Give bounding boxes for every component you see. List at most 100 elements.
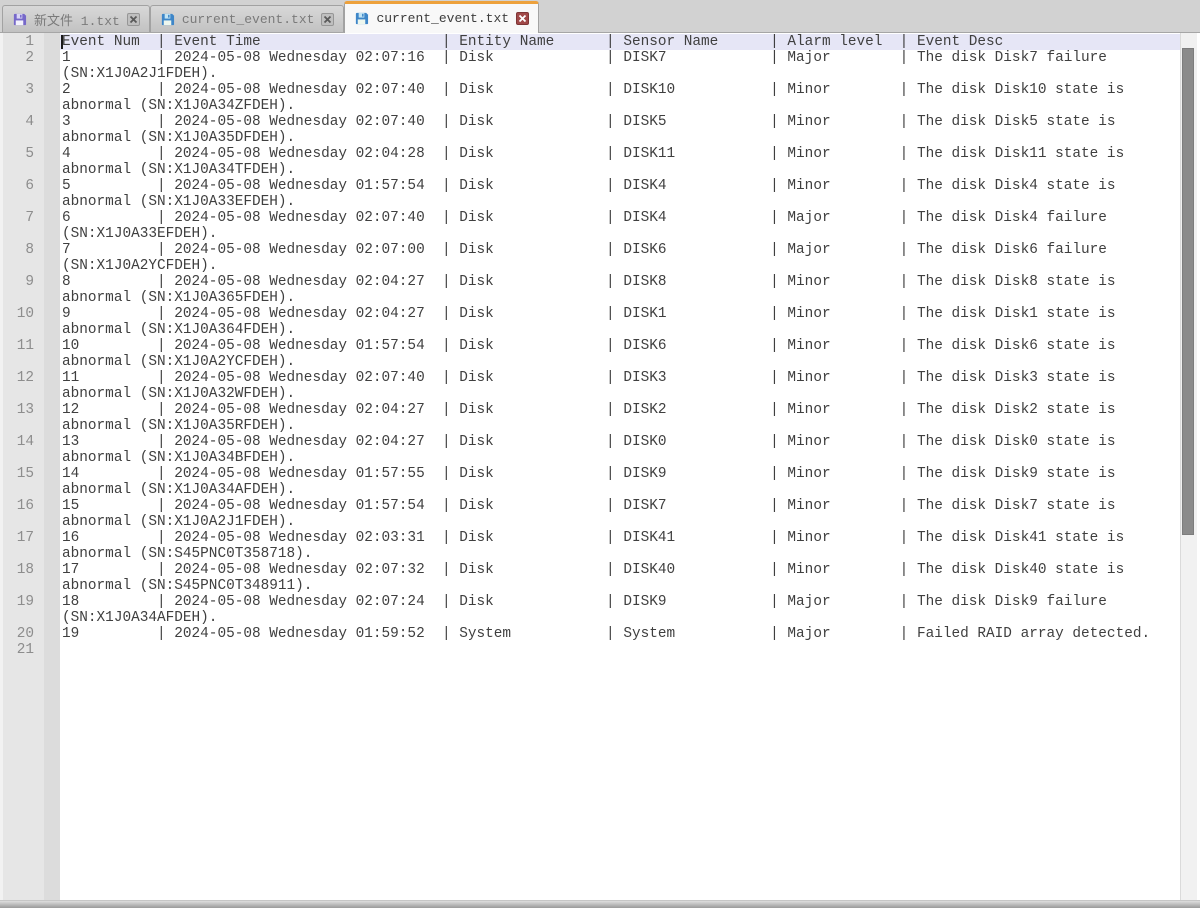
- line-number[interactable]: [3, 162, 34, 178]
- code-line[interactable]: 9 | 2024-05-08 Wednesday 02:04:27 | Disk…: [62, 306, 1180, 322]
- window-bottom-edge: [0, 900, 1200, 908]
- code-line[interactable]: abnormal (SN:S45PNC0T358718).: [62, 546, 1180, 562]
- close-icon: [323, 15, 332, 24]
- tab-new-file-1[interactable]: 新文件 1.txt: [2, 5, 150, 32]
- line-number[interactable]: 13: [3, 402, 34, 418]
- code-line[interactable]: abnormal (SN:X1J0A34TFDEH).: [62, 162, 1180, 178]
- line-number[interactable]: [3, 482, 34, 498]
- line-number[interactable]: [3, 322, 34, 338]
- code-line[interactable]: abnormal (SN:X1J0A35RFDEH).: [62, 418, 1180, 434]
- code-line[interactable]: abnormal (SN:X1J0A32WFDEH).: [62, 386, 1180, 402]
- code-line[interactable]: 16 | 2024-05-08 Wednesday 02:03:31 | Dis…: [62, 530, 1180, 546]
- code-line[interactable]: 2 | 2024-05-08 Wednesday 02:07:40 | Disk…: [62, 82, 1180, 98]
- line-number[interactable]: [3, 354, 34, 370]
- line-number[interactable]: [3, 98, 34, 114]
- line-number[interactable]: [3, 418, 34, 434]
- line-number[interactable]: 11: [3, 338, 34, 354]
- line-number[interactable]: [3, 130, 34, 146]
- code-line[interactable]: abnormal (SN:X1J0A33EFDEH).: [62, 194, 1180, 210]
- line-number[interactable]: [3, 546, 34, 562]
- line-number[interactable]: [3, 290, 34, 306]
- tab-current-event-2-active[interactable]: current_event.txt: [344, 1, 539, 33]
- code-line[interactable]: abnormal (SN:X1J0A365FDEH).: [62, 290, 1180, 306]
- saved-file-floppy-icon: [160, 12, 175, 27]
- code-line[interactable]: abnormal (SN:X1J0A364FDEH).: [62, 322, 1180, 338]
- line-number[interactable]: [3, 514, 34, 530]
- code-line[interactable]: abnormal (SN:X1J0A35DFDEH).: [62, 130, 1180, 146]
- line-number[interactable]: 21: [3, 642, 34, 658]
- tab-current-event-1[interactable]: current_event.txt: [150, 5, 345, 32]
- code-line[interactable]: 14 | 2024-05-08 Wednesday 01:57:55 | Dis…: [62, 466, 1180, 482]
- code-line[interactable]: abnormal (SN:X1J0A2J1FDEH).: [62, 514, 1180, 530]
- code-line[interactable]: 3 | 2024-05-08 Wednesday 02:07:40 | Disk…: [62, 114, 1180, 130]
- code-line[interactable]: 5 | 2024-05-08 Wednesday 01:57:54 | Disk…: [62, 178, 1180, 194]
- line-number[interactable]: 4: [3, 114, 34, 130]
- close-icon: [518, 14, 527, 23]
- line-number[interactable]: [3, 258, 34, 274]
- line-number[interactable]: [3, 66, 34, 82]
- line-number[interactable]: [3, 450, 34, 466]
- line-number[interactable]: 18: [3, 562, 34, 578]
- tab-close-button[interactable]: [127, 13, 140, 26]
- code-line[interactable]: 8 | 2024-05-08 Wednesday 02:04:27 | Disk…: [62, 274, 1180, 290]
- code-line[interactable]: abnormal (SN:S45PNC0T348911).: [62, 578, 1180, 594]
- code-line[interactable]: abnormal (SN:X1J0A34AFDEH).: [62, 482, 1180, 498]
- line-number[interactable]: 6: [3, 178, 34, 194]
- tab-close-button[interactable]: [321, 13, 334, 26]
- line-number-gutter: 123456789101112131415161718192021: [0, 33, 44, 900]
- code-line[interactable]: 11 | 2024-05-08 Wednesday 02:07:40 | Dis…: [62, 370, 1180, 386]
- fold-margin: [44, 33, 60, 900]
- line-number[interactable]: [3, 386, 34, 402]
- code-line[interactable]: abnormal (SN:X1J0A34BFDEH).: [62, 450, 1180, 466]
- tab-label: current_event.txt: [182, 12, 315, 27]
- code-line[interactable]: 10 | 2024-05-08 Wednesday 01:57:54 | Dis…: [62, 338, 1180, 354]
- line-number[interactable]: 20: [3, 626, 34, 642]
- code-line[interactable]: 18 | 2024-05-08 Wednesday 02:07:24 | Dis…: [62, 594, 1180, 610]
- line-number[interactable]: 12: [3, 370, 34, 386]
- tab-label: 新文件 1.txt: [34, 10, 120, 29]
- code-line[interactable]: [62, 642, 1180, 658]
- tab-bar: 新文件 1.txt current_event.txt current_ev: [0, 0, 1200, 33]
- line-number[interactable]: 7: [3, 210, 34, 226]
- line-number[interactable]: 17: [3, 530, 34, 546]
- line-number[interactable]: 1: [3, 34, 34, 50]
- line-number[interactable]: 9: [3, 274, 34, 290]
- code-line[interactable]: 6 | 2024-05-08 Wednesday 02:07:40 | Disk…: [62, 210, 1180, 226]
- vertical-scrollbar[interactable]: [1180, 33, 1197, 900]
- code-line[interactable]: abnormal (SN:X1J0A2YCFDEH).: [62, 354, 1180, 370]
- line-number[interactable]: 14: [3, 434, 34, 450]
- line-number[interactable]: 15: [3, 466, 34, 482]
- code-line[interactable]: abnormal (SN:X1J0A34ZFDEH).: [62, 98, 1180, 114]
- code-line[interactable]: 15 | 2024-05-08 Wednesday 01:57:54 | Dis…: [62, 498, 1180, 514]
- code-line[interactable]: 13 | 2024-05-08 Wednesday 02:04:27 | Dis…: [62, 434, 1180, 450]
- code-line[interactable]: 12 | 2024-05-08 Wednesday 02:04:27 | Dis…: [62, 402, 1180, 418]
- code-line[interactable]: 1 | 2024-05-08 Wednesday 02:07:16 | Disk…: [62, 50, 1180, 66]
- line-number[interactable]: 5: [3, 146, 34, 162]
- line-number[interactable]: [3, 610, 34, 626]
- code-line[interactable]: 17 | 2024-05-08 Wednesday 02:07:32 | Dis…: [62, 562, 1180, 578]
- scrollbar-thumb[interactable]: [1182, 48, 1194, 535]
- close-icon: [129, 15, 138, 24]
- saved-file-floppy-icon: [12, 12, 27, 27]
- saved-file-floppy-icon: [354, 11, 369, 26]
- line-number[interactable]: 3: [3, 82, 34, 98]
- line-number[interactable]: [3, 194, 34, 210]
- line-number[interactable]: 2: [3, 50, 34, 66]
- code-line[interactable]: (SN:X1J0A2YCFDEH).: [62, 258, 1180, 274]
- line-number[interactable]: 19: [3, 594, 34, 610]
- code-line[interactable]: (SN:X1J0A33EFDEH).: [62, 226, 1180, 242]
- code-line[interactable]: (SN:X1J0A2J1FDEH).: [62, 66, 1180, 82]
- line-number[interactable]: [3, 578, 34, 594]
- line-number[interactable]: [3, 226, 34, 242]
- tab-close-button[interactable]: [516, 12, 529, 25]
- code-line[interactable]: 7 | 2024-05-08 Wednesday 02:07:00 | Disk…: [62, 242, 1180, 258]
- line-number[interactable]: 8: [3, 242, 34, 258]
- code-line[interactable]: (SN:X1J0A34AFDEH).: [62, 610, 1180, 626]
- editor-main: 123456789101112131415161718192021 Event …: [0, 33, 1200, 900]
- text-area[interactable]: Event Num | Event Time | Entity Name | S…: [60, 33, 1180, 900]
- line-number[interactable]: 16: [3, 498, 34, 514]
- code-line[interactable]: Event Num | Event Time | Entity Name | S…: [62, 34, 1180, 50]
- line-number[interactable]: 10: [3, 306, 34, 322]
- code-line[interactable]: 4 | 2024-05-08 Wednesday 02:04:28 | Disk…: [62, 146, 1180, 162]
- code-line[interactable]: 19 | 2024-05-08 Wednesday 01:59:52 | Sys…: [62, 626, 1180, 642]
